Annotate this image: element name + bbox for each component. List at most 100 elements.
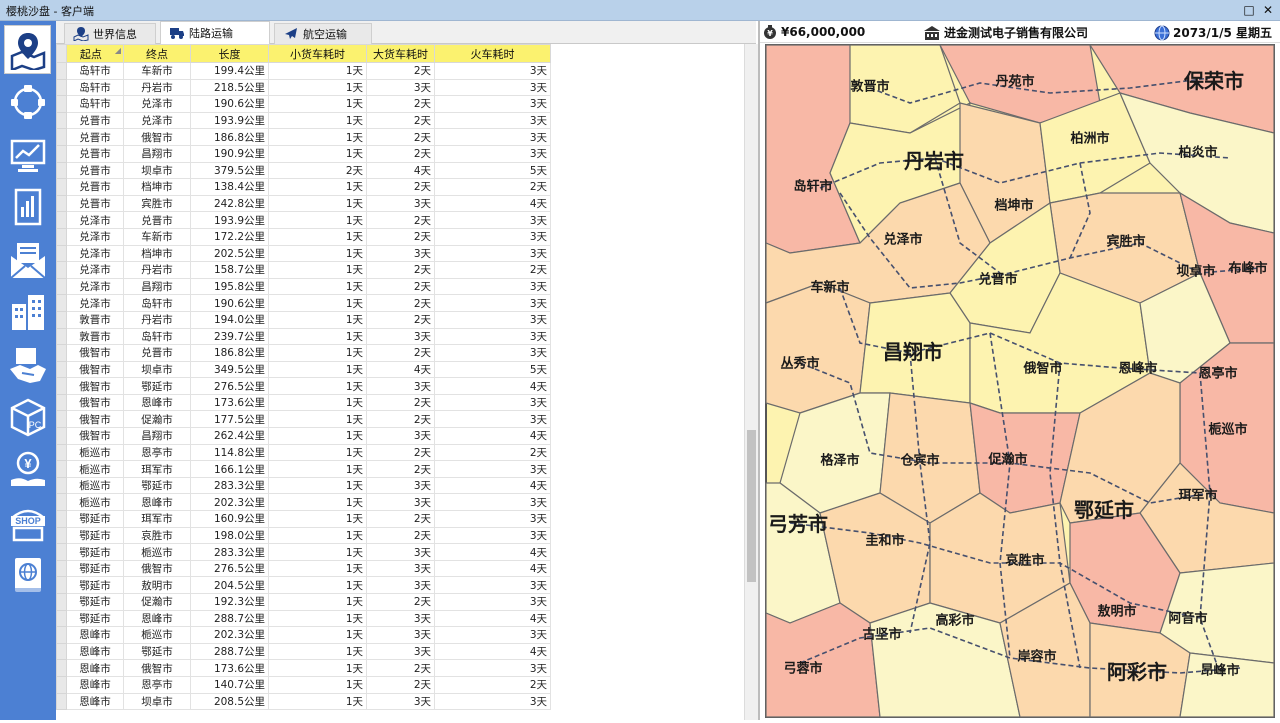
tab-world-info[interactable]: 世界信息 <box>64 23 156 44</box>
table-row[interactable]: 鄂延市 促瀚市 192.3公里 1天 2天 3天 <box>56 593 551 611</box>
table-cell[interactable]: 1天 <box>268 310 367 329</box>
sidebar-item-package[interactable]: PC <box>4 393 51 442</box>
map-canvas[interactable]: 敦晋市 丹苑市 保荣市柏洲市柏炎市 丹岩市岛轩市档坤市兑泽市 宾胜市坝卓市 布峰市车新市 兑… <box>760 43 1280 720</box>
table-cell[interactable]: 促瀚市 <box>123 593 191 611</box>
table-cell[interactable]: 鄂延市 <box>66 576 124 594</box>
table-row[interactable]: 栀巡市 恩峰市 202.3公里 1天 3天 3天 <box>56 493 551 512</box>
table-cell[interactable]: 198.0公里 <box>190 526 269 545</box>
table-cell[interactable]: 促瀚市 <box>123 410 191 429</box>
table-cell[interactable]: 3天 <box>434 576 551 594</box>
table-row[interactable]: 鄂延市 恩峰市 288.7公里 1天 3天 4天 <box>56 609 551 628</box>
table-cell[interactable]: 兑泽市 <box>123 111 191 130</box>
table-row[interactable]: 兑泽市 兑晋市 193.9公里 1天 2天 3天 <box>56 211 551 229</box>
table-cell[interactable]: 276.5公里 <box>190 377 269 395</box>
table-cell[interactable]: 俄智市 <box>66 344 124 362</box>
table-cell[interactable]: 140.7公里 <box>190 675 269 694</box>
table-cell[interactable]: 1天 <box>268 62 367 80</box>
table-row[interactable]: 兑晋市 兑泽市 193.9公里 1天 2天 3天 <box>56 111 551 130</box>
table-cell[interactable]: 敦晋市 <box>66 310 124 329</box>
city-label[interactable]: 坝卓市 <box>1176 264 1215 280</box>
row-header[interactable] <box>56 194 67 213</box>
scrollbar-thumb[interactable] <box>747 430 756 582</box>
table-cell[interactable]: 1天 <box>268 111 367 130</box>
row-header[interactable] <box>56 642 67 661</box>
table-row[interactable]: 兑晋市 宾胜市 242.8公里 1天 3天 4天 <box>56 194 551 213</box>
table-cell[interactable]: 敖明市 <box>123 576 191 594</box>
table-cell[interactable]: 173.6公里 <box>190 659 269 677</box>
table-cell[interactable]: 3天 <box>434 493 551 512</box>
row-header[interactable] <box>56 626 67 644</box>
table-cell[interactable]: 1天 <box>268 427 367 445</box>
table-cell[interactable]: 栀巡市 <box>66 443 124 462</box>
table-row[interactable]: 恩峰市 鄂延市 288.7公里 1天 3天 4天 <box>56 642 551 661</box>
table-cell[interactable]: 恩亭市 <box>123 675 191 694</box>
table-cell[interactable]: 3天 <box>434 393 551 412</box>
table-cell[interactable]: 3天 <box>366 692 435 711</box>
table-cell[interactable]: 3天 <box>366 642 435 661</box>
table-row[interactable]: 恩峰市 坝卓市 208.5公里 1天 3天 3天 <box>56 692 551 711</box>
table-cell[interactable]: 坝卓市 <box>123 161 191 180</box>
table-cell[interactable]: 1天 <box>268 393 367 412</box>
table-cell[interactable]: 2天 <box>366 675 435 694</box>
table-cell[interactable]: 4天 <box>434 559 551 578</box>
sidebar-item-map-pin[interactable] <box>4 25 51 74</box>
tab-air-transport[interactable]: 航空运输 <box>274 23 372 44</box>
table-cell[interactable]: 兑晋市 <box>66 111 124 130</box>
table-cell[interactable]: 2天 <box>434 261 551 279</box>
table-cell[interactable]: 1天 <box>268 128 367 146</box>
table-row[interactable]: 岛轩市 丹岩市 218.5公里 1天 3天 3天 <box>56 78 551 97</box>
table-cell[interactable]: 2天 <box>434 178 551 196</box>
table-row[interactable]: 俄智市 坝卓市 349.5公里 1天 4天 5天 <box>56 360 551 379</box>
table-cell[interactable]: 恩峰市 <box>66 675 124 694</box>
table-cell[interactable]: 3天 <box>434 460 551 478</box>
table-cell[interactable]: 173.6公里 <box>190 393 269 412</box>
table-cell[interactable]: 2天 <box>366 211 435 229</box>
city-label[interactable]: 丛秀市 <box>780 356 819 372</box>
row-header[interactable] <box>56 178 67 196</box>
table-cell[interactable]: 199.4公里 <box>190 62 269 80</box>
table-cell[interactable]: 1天 <box>268 194 367 213</box>
table-cell[interactable]: 2天 <box>366 393 435 412</box>
row-header[interactable] <box>56 62 67 80</box>
table-row[interactable]: 恩峰市 栀巡市 202.3公里 1天 3天 3天 <box>56 626 551 644</box>
table-cell[interactable]: 1天 <box>268 476 367 495</box>
table-cell[interactable]: 193.9公里 <box>190 211 269 229</box>
table-cell[interactable]: 288.7公里 <box>190 642 269 661</box>
table-cell[interactable]: 3天 <box>366 476 435 495</box>
table-cell[interactable]: 1天 <box>268 526 367 545</box>
table-cell[interactable]: 珥军市 <box>123 510 191 528</box>
table-cell[interactable]: 1天 <box>268 244 367 263</box>
table-cell[interactable]: 114.8公里 <box>190 443 269 462</box>
table-cell[interactable]: 2天 <box>366 344 435 362</box>
table-cell[interactable]: 3天 <box>434 244 551 263</box>
table-cell[interactable]: 202.5公里 <box>190 244 269 263</box>
table-cell[interactable]: 3天 <box>366 427 435 445</box>
city-label[interactable]: 岛轩市 <box>793 179 832 195</box>
city-label[interactable]: 珥军市 <box>1178 488 1217 504</box>
city-label[interactable]: 弓芳市 <box>768 512 828 536</box>
city-label[interactable]: 敦晋市 <box>850 79 889 95</box>
table-cell[interactable]: 2天 <box>366 128 435 146</box>
table-cell[interactable]: 俄智市 <box>123 659 191 677</box>
table-cell[interactable]: 3天 <box>366 626 435 644</box>
table-cell[interactable]: 2天 <box>366 227 435 246</box>
table-cell[interactable]: 兑晋市 <box>66 144 124 163</box>
row-header[interactable] <box>56 294 67 312</box>
row-header[interactable] <box>56 510 67 528</box>
sidebar-item-report[interactable] <box>4 183 51 232</box>
table-cell[interactable]: 恩亭市 <box>123 443 191 462</box>
table-cell[interactable]: 1天 <box>268 576 367 594</box>
table-cell[interactable]: 兑晋市 <box>123 211 191 229</box>
city-label[interactable]: 保荣市 <box>1183 69 1244 93</box>
table-cell[interactable]: 218.5公里 <box>190 78 269 97</box>
table-cell[interactable]: 1天 <box>268 377 367 395</box>
table-cell[interactable]: 288.7公里 <box>190 609 269 628</box>
table-cell[interactable]: 3天 <box>434 593 551 611</box>
table-cell[interactable]: 1天 <box>268 609 367 628</box>
table-cell[interactable]: 2天 <box>366 510 435 528</box>
row-header[interactable] <box>56 659 67 677</box>
table-cell[interactable]: 3天 <box>434 95 551 113</box>
city-label[interactable]: 弓蓉市 <box>783 661 822 677</box>
table-cell[interactable]: 202.3公里 <box>190 493 269 512</box>
city-label[interactable]: 岸容市 <box>1017 649 1056 665</box>
